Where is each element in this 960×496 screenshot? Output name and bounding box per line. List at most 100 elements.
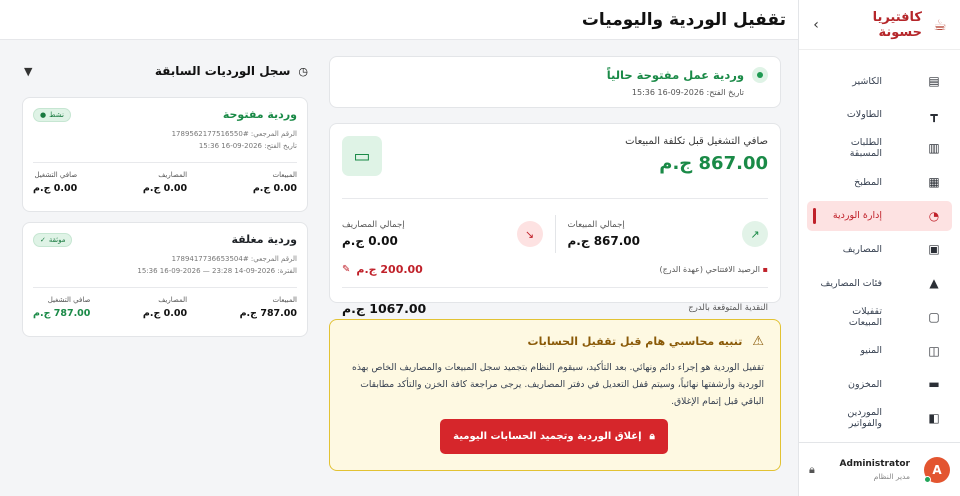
sidebar-item-label: المصاريف	[842, 243, 882, 255]
net-label: صافي التشغيل قبل تكلفة المبيعات	[625, 136, 768, 147]
shift-period: الفترة: 2026-09-14 23:28 — 2026-09-16 15…	[137, 267, 297, 275]
clock-history-icon: ◔	[928, 208, 940, 223]
sidebar-item-label: فئات المصاريف	[820, 277, 883, 289]
sidebar-item-expense-categories[interactable]: ▲ فئات المصاريف	[807, 268, 952, 298]
opening-label: الرصيد الافتتاحي (عهدة الدرج)	[659, 264, 761, 274]
table-icon: ┳	[930, 107, 938, 122]
stat-value: 787.00 ج.م	[239, 308, 297, 319]
opening-value: 200.00 ج.م	[356, 262, 423, 276]
history-header: ◷ سجل الورديات السابقة ▼	[24, 64, 308, 78]
expenses-value: 0.00 ج.م	[342, 234, 398, 248]
sidebar-item-kitchen[interactable]: ▦ المطبخ	[807, 167, 952, 197]
page-header: تقفيل الوردية واليوميات	[0, 0, 798, 40]
warning-body: تقفيل الوردية هو إجراء دائم ونهائي. بعد …	[352, 362, 764, 407]
open-shift-card: وردية عمل مفتوحة حالياً تاريخ الفتح: 202…	[329, 56, 781, 108]
stat-label: المصاريف	[158, 171, 188, 179]
archive-icon: ▬	[928, 377, 940, 392]
document-icon: ▢	[928, 309, 940, 324]
lock-icon: 🔒︎	[649, 431, 655, 442]
stat-label: المبيعات	[272, 171, 297, 179]
trend-up-icon: ↗	[742, 221, 768, 247]
wallet-icon: ▭	[342, 136, 382, 176]
sidebar-item-tables[interactable]: ┳ الطاولات	[807, 100, 952, 130]
open-shift-title: وردية عمل مفتوحة حالياً	[606, 68, 744, 82]
shift-ref: الرقم المرجعي: #1789417736653504	[171, 255, 297, 263]
shapes-icon: ▲	[929, 276, 939, 291]
stat-value: 787.00 ج.م	[33, 308, 91, 319]
chevron-right-icon[interactable]: ›	[809, 17, 823, 33]
sidebar-item-inventory[interactable]: ▬ المخزون	[807, 369, 952, 399]
warning-card: ⚠ تنبيه محاسبي هام قبل تقفيل الحسابات تق…	[329, 319, 781, 471]
status-badge: نشط ●	[33, 108, 71, 122]
status-badge: موثقة ✓	[33, 233, 73, 247]
trend-down-icon: ↘	[516, 221, 543, 247]
brand-name: كافتيريا حسونة	[872, 9, 922, 40]
expected-value: 1067.00 ج.م	[342, 300, 427, 316]
sidebar-item-label: المطبخ	[854, 176, 882, 188]
sidebar-item-sales-closings[interactable]: ▢ تقفيلات المبيعات	[807, 302, 952, 332]
stat-value: 0.00 ج.م	[142, 308, 188, 319]
truck-icon: ◧	[928, 410, 940, 425]
book-icon: ◫	[928, 343, 940, 358]
kitchen-icon: ▦	[928, 175, 940, 190]
sidebar-item-label: المخزون	[848, 378, 882, 390]
sidebar-item-suppliers[interactable]: ◧ الموردين والفواتير	[807, 403, 952, 433]
total-expenses: ↘ إجمالي المصاريف 0.00 ج.م	[342, 209, 543, 259]
cash-register-icon: ▤	[928, 74, 940, 88]
active-status-icon	[752, 67, 768, 83]
avatar[interactable]: A	[924, 456, 950, 483]
stat-label: المصاريف	[158, 296, 188, 304]
lock-icon[interactable]: 🔒︎	[809, 463, 815, 477]
total-sales: ↗ إجمالي المبيعات 867.00 ج.م	[567, 209, 768, 259]
shift-name: وردية مغلقة	[231, 233, 297, 246]
sidebar-item-shift-management[interactable]: ◔ إدارة الوردية	[807, 200, 952, 231]
shift-ref: الرقم المرجعي: #1789562177516550	[171, 130, 297, 138]
sidebar-item-label: الطلبات المسبقة	[849, 137, 882, 160]
online-status-dot	[924, 475, 931, 483]
brand-bar: ☕ كافتيريا حسونة ›	[799, 0, 960, 50]
sidebar-item-label: الكاشير	[852, 75, 882, 87]
stat-value: 0.00 ج.م	[252, 183, 297, 194]
cash-icon: ▪	[762, 264, 768, 274]
warning-title: تنبيه محاسبي هام قبل تقفيل الحسابات	[527, 335, 743, 348]
sidebar-item-preorders[interactable]: ▥ الطلبات المسبقة	[807, 133, 952, 163]
shift-name: وردية مفتوحة	[222, 108, 297, 121]
user-name: Administrator	[839, 458, 910, 469]
expenses-label: إجمالي المصاريف	[342, 220, 405, 230]
sales-value: 867.00 ج.م	[567, 234, 641, 248]
stat-value: 0.00 ج.م	[33, 183, 78, 194]
sidebar-item-cashier[interactable]: ▤ الكاشير	[807, 66, 952, 96]
receipt-icon: ▣	[928, 242, 940, 257]
shift-history-card[interactable]: وردية مغلقة موثقة ✓ الرقم المرجعي: #17894…	[22, 222, 308, 337]
expected-label: النقدية المتوقعة بالدرج	[688, 303, 768, 313]
user-panel: A Administrator مدير النظام 🔒︎	[799, 442, 960, 496]
shift-history-card[interactable]: وردية مفتوحة نشط ● الرقم المرجعي: #178956…	[22, 97, 308, 212]
close-shift-button[interactable]: 🔒︎ إغلاق الوردية وتجميد الحسابات اليومية	[440, 419, 668, 454]
page-title: تقفيل الوردية واليوميات	[581, 9, 786, 30]
open-shift-date: تاريخ الفتح: 2026-09-16 15:36	[631, 88, 744, 97]
avatar-initial: A	[932, 462, 942, 477]
user-role: مدير النظام	[873, 471, 910, 481]
opening-balance: ▪ الرصيد الافتتاحي (عهدة الدرج) 200.00 ج…	[342, 261, 768, 277]
sidebar-item-label: الموردين والفواتير	[847, 406, 882, 429]
close-shift-label: إغلاق الوردية وتجميد الحسابات اليومية	[453, 431, 642, 442]
sidebar-item-label: الطاولات	[846, 109, 882, 121]
sidebar-item-label: إدارة الوردية	[832, 210, 882, 222]
stat-value: 0.00 ج.م	[142, 183, 188, 194]
net-value: 867.00 ج.م	[659, 153, 768, 174]
expected-cash: النقدية المتوقعة بالدرج 1067.00 ج.م	[342, 298, 768, 318]
stat-label: صافي التشغيل	[34, 171, 78, 179]
filter-icon[interactable]: ▼	[24, 65, 32, 78]
sidebar: ☕ كافتيريا حسونة › ▤ الكاشير ┳ الطاولات …	[798, 0, 960, 496]
cafe-logo-icon: ☕	[933, 15, 947, 34]
sidebar-item-expenses[interactable]: ▣ المصاريف	[807, 234, 952, 264]
net-summary-card: صافي التشغيل قبل تكلفة المبيعات 867.00 ج…	[329, 123, 781, 316]
user-info: Administrator مدير النظام	[823, 459, 910, 481]
sidebar-item-label: المنيو	[860, 345, 882, 356]
history-icon: ◷	[298, 64, 308, 78]
stat-label: المبيعات	[272, 296, 297, 304]
sidebar-item-label: تقفيلات المبيعات	[848, 305, 882, 328]
sidebar-item-menu[interactable]: ◫ المنيو	[807, 336, 952, 366]
sidebar-nav: ▤ الكاشير ┳ الطاولات ▥ الطلبات المسبقة ▦…	[799, 50, 960, 433]
edit-icon[interactable]: ✎	[342, 264, 350, 275]
